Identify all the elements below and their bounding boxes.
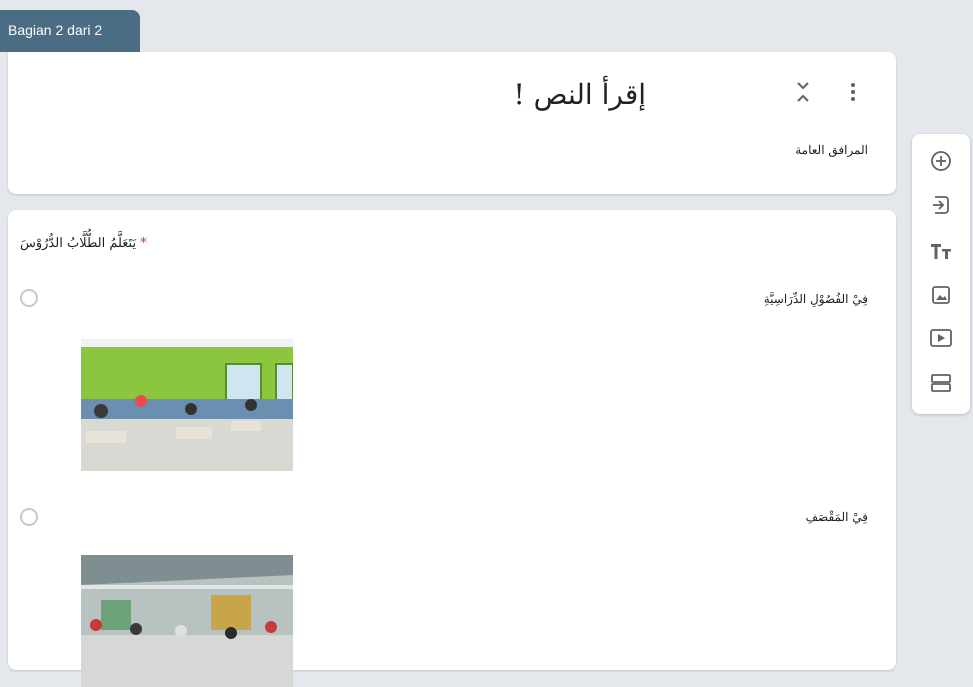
section-tab-label: Bagian 2 dari 2 [8,22,103,38]
option-radio-1[interactable] [20,289,38,307]
canteen-photo [81,555,293,687]
option-radio-2[interactable] [20,508,38,526]
question-title: * يَتَعَلَّمُ الطُّلَّابُ الدُّرُوْسَ [20,236,147,251]
option-label-2: فِيْ المَقْصَفِ [805,510,868,524]
question-text: يَتَعَلَّمُ الطُّلَّابُ الدُّرُوْسَ [20,236,137,251]
section-description[interactable]: المرافق العامة [795,143,868,157]
required-mark: * [140,236,147,251]
section-title[interactable]: إقرأ النص ! [513,78,646,111]
title-text-icon[interactable] [929,239,953,263]
import-icon[interactable] [929,193,953,217]
more-vert-icon[interactable] [850,82,856,102]
option-label-1: فِيْ الفُصُوْلِ الدِّرَاسِيَّةِ [763,292,868,306]
collapse-icon[interactable] [796,80,810,104]
classroom-photo [81,339,293,471]
section-icon[interactable] [929,371,953,395]
video-icon[interactable] [929,326,953,350]
section-header-card[interactable]: إقرأ النص ! المرافق العامة [8,52,896,194]
question-card[interactable]: * يَتَعَلَّمُ الطُّلَّابُ الدُّرُوْسَ فِ… [8,210,896,687]
image-icon[interactable] [929,283,953,307]
floating-toolbar [912,134,970,414]
section-tab: Bagian 2 dari 2 [0,10,140,52]
plus-circle-icon[interactable] [929,149,953,173]
